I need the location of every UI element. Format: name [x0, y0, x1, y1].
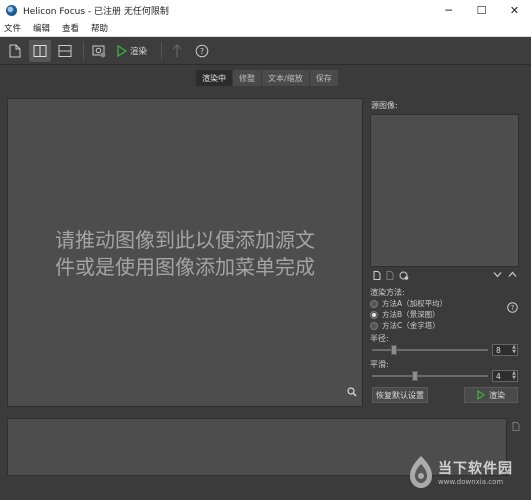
- method-b-label: 方法B（景深图）: [382, 310, 440, 319]
- file-icon: [373, 271, 381, 280]
- source-list-tools: [373, 271, 414, 283]
- method-b-option[interactable]: 方法B（景深图）: [370, 309, 447, 320]
- helicon-logo-icon: [6, 4, 17, 16]
- method-a-option[interactable]: 方法A（加权平均）: [370, 298, 447, 309]
- play-icon: [117, 44, 127, 57]
- mode-tabs: 渲染中 修整 文本/缩放 保存: [196, 70, 339, 86]
- toolbar: 渲染 ?: [0, 37, 531, 65]
- source-list-sort: [493, 271, 517, 281]
- spin-arrows-icon[interactable]: ▲ ▼: [512, 371, 516, 381]
- drop-hint-line2: 件或是使用图像添加菜单完成: [55, 255, 315, 279]
- split-vertical-button[interactable]: [29, 39, 51, 62]
- add-images-button[interactable]: [88, 40, 110, 62]
- toolbar-separator: [83, 41, 84, 60]
- menu-edit[interactable]: 编辑: [33, 22, 50, 34]
- settings-pane: 源图像: 渲染方法: 方法A（加权平均） 方法B（景深图） 方法C（金字塔） ?…: [370, 98, 524, 407]
- arrow-up-icon: [172, 43, 182, 57]
- smooth-slider-thumb[interactable]: [412, 371, 418, 381]
- reset-defaults-button[interactable]: 恢复默认设置: [372, 387, 428, 403]
- add-file-button[interactable]: [373, 271, 381, 283]
- split-horizontal-button[interactable]: [54, 40, 76, 62]
- method-help-button[interactable]: ?: [507, 302, 518, 316]
- tab-rendering[interactable]: 渲染中: [196, 70, 232, 86]
- method-b-radio[interactable]: [370, 310, 378, 319]
- move-up-list-button[interactable]: [508, 271, 517, 281]
- save-log-button[interactable]: [512, 422, 520, 434]
- watermark: 当下软件园 www.downxia.com: [408, 455, 513, 489]
- chevron-down-icon: [493, 272, 502, 278]
- radius-label: 半径:: [370, 334, 389, 343]
- add-image-icon: [92, 45, 106, 57]
- file-icon: [9, 44, 21, 57]
- menu-bar: 文件 编辑 查看 帮助: [0, 20, 531, 37]
- render-method-group: 方法A（加权平均） 方法B（景深图） 方法C（金字塔）: [370, 298, 447, 331]
- render-toolbar-label: 渲染: [130, 46, 148, 57]
- file-icon: [512, 422, 520, 431]
- watermark-logo-icon: [410, 456, 432, 488]
- render-method-label: 渲染方法:: [370, 288, 405, 297]
- play-icon: [477, 390, 485, 400]
- smooth-slider-track: [372, 375, 488, 377]
- menu-view[interactable]: 查看: [62, 22, 79, 34]
- watermark-url: www.downxia.com: [438, 478, 504, 486]
- move-down-button[interactable]: [493, 271, 502, 281]
- smooth-slider[interactable]: [372, 371, 488, 381]
- drop-hint: 请推动图像到此以便添加源文 件或是使用图像添加菜单完成: [18, 227, 352, 281]
- help-button[interactable]: ?: [191, 40, 213, 62]
- image-preview-area[interactable]: 请推动图像到此以便添加源文 件或是使用图像添加菜单完成: [7, 98, 363, 407]
- method-c-label: 方法C（金字塔）: [382, 321, 440, 330]
- split-horizontal-icon: [58, 44, 72, 57]
- split-vertical-icon: [33, 44, 47, 57]
- help-icon: ?: [195, 44, 209, 57]
- close-button[interactable]: ✕: [498, 0, 531, 20]
- smooth-spinbox[interactable]: 4 ▲ ▼: [492, 370, 518, 382]
- render-button[interactable]: 渲染: [464, 387, 518, 403]
- title-bar: Helicon Focus - 已注册 无任何限制 ─ ☐ ✕: [0, 0, 531, 20]
- radius-spinbox[interactable]: 8 ▲ ▼: [492, 344, 518, 356]
- radius-slider-thumb[interactable]: [391, 345, 397, 355]
- svg-text:?: ?: [511, 304, 515, 312]
- smooth-label: 平滑:: [370, 360, 389, 369]
- tab-text-scale[interactable]: 文本/缩放: [262, 70, 309, 86]
- chevron-up-icon: [508, 271, 517, 277]
- tab-retouching[interactable]: 修整: [233, 70, 261, 86]
- method-c-radio[interactable]: [370, 321, 378, 330]
- render-toolbar-button[interactable]: 渲染: [113, 40, 151, 62]
- menu-help[interactable]: 帮助: [91, 22, 108, 34]
- add-folder-button[interactable]: [399, 271, 409, 283]
- window-title: Helicon Focus - 已注册 无任何限制: [23, 6, 169, 17]
- zoom-button[interactable]: [347, 387, 357, 400]
- toolbar-separator: [161, 41, 163, 60]
- radius-slider[interactable]: [372, 345, 488, 355]
- move-up-button[interactable]: [166, 40, 188, 62]
- maximize-button[interactable]: ☐: [465, 0, 498, 20]
- drop-hint-line1: 请推动图像到此以便添加源文: [55, 228, 315, 252]
- menu-file[interactable]: 文件: [4, 22, 21, 34]
- source-images-list[interactable]: [370, 114, 519, 267]
- file-remove-icon: [386, 271, 394, 280]
- smooth-value: 4: [496, 371, 501, 381]
- source-images-label: 源图像:: [371, 101, 398, 110]
- method-c-option[interactable]: 方法C（金字塔）: [370, 320, 447, 331]
- remove-file-button[interactable]: [386, 271, 394, 283]
- zoom-icon: [347, 387, 357, 397]
- help-icon: ?: [507, 302, 518, 313]
- tab-save[interactable]: 保存: [309, 70, 338, 86]
- watermark-title: 当下软件园: [438, 461, 513, 477]
- spin-arrows-icon[interactable]: ▲ ▼: [512, 345, 516, 355]
- render-button-label: 渲染: [489, 390, 505, 400]
- radius-value: 8: [496, 345, 501, 355]
- svg-text:?: ?: [200, 47, 204, 56]
- radius-slider-track: [372, 349, 488, 351]
- method-a-radio[interactable]: [370, 299, 378, 308]
- method-a-label: 方法A（加权平均）: [382, 299, 448, 308]
- minimize-button[interactable]: ─: [432, 0, 465, 20]
- add-image-icon: [399, 271, 409, 280]
- new-file-button[interactable]: [4, 40, 26, 62]
